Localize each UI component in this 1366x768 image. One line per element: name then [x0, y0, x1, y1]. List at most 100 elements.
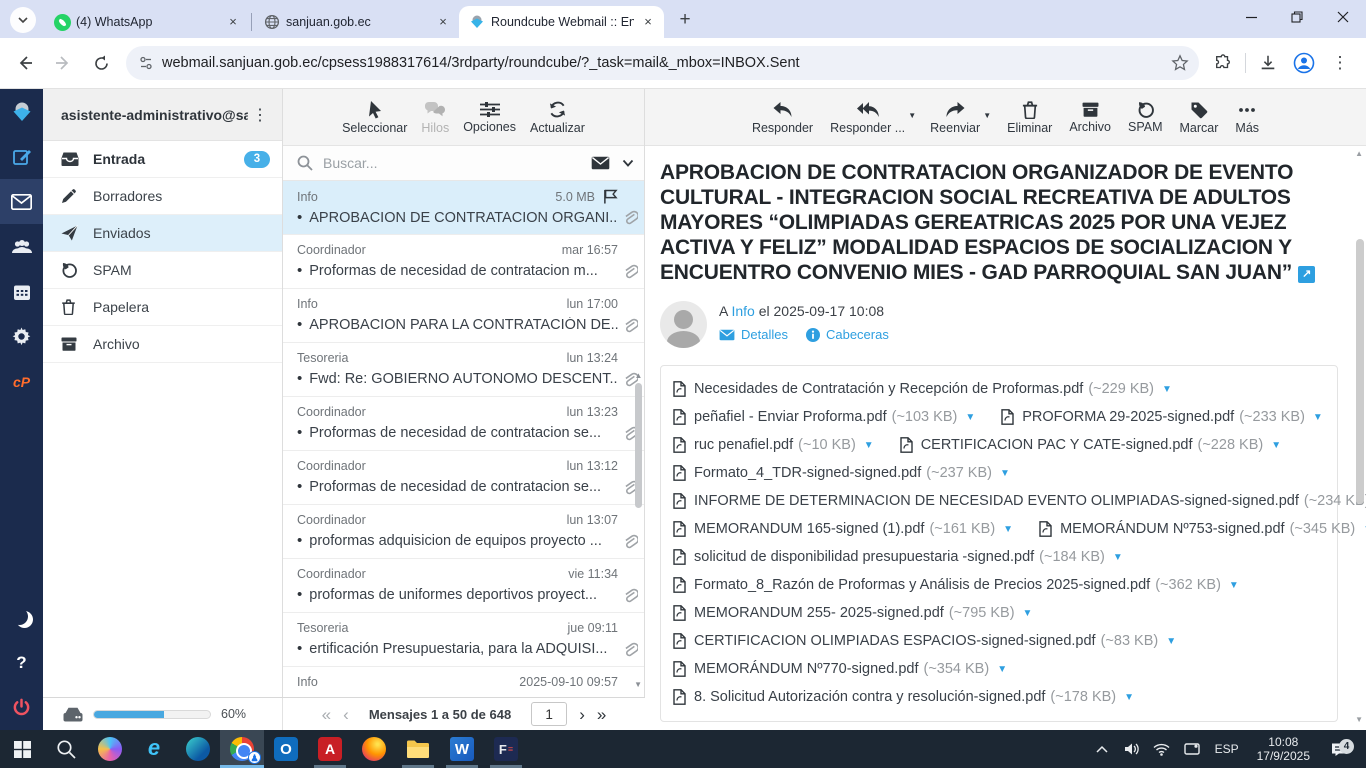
message-row[interactable]: Info5.0 MB •APROBACION DE CONTRATACION O… — [283, 181, 644, 235]
reply-all-dropdown-icon[interactable]: ▼ — [908, 111, 916, 120]
attachment-item[interactable]: MEMORÁNDUM Nº753-signed.pdf(~345 KB)▼ — [1039, 521, 1366, 537]
forward-mail-button[interactable]: Reenviar ▼ — [930, 101, 980, 134]
scroll-thumb[interactable] — [1356, 239, 1364, 504]
attachment-menu-icon[interactable]: ▼ — [1166, 636, 1176, 647]
attachment-item[interactable]: MEMORÁNDUM Nº770-signed.pdf(~354 KB)▼ — [673, 661, 1007, 677]
display-icon[interactable] — [1179, 743, 1205, 756]
forward-dropdown-icon[interactable]: ▼ — [983, 111, 991, 120]
search-input[interactable] — [323, 155, 591, 171]
message-row[interactable]: Coordinadorlun 13:07 •proformas adquisic… — [283, 505, 644, 559]
taskbar-search-button[interactable] — [44, 730, 88, 768]
folder-archive[interactable]: Archivo — [43, 326, 282, 363]
attachment-menu-icon[interactable]: ▼ — [1113, 552, 1123, 563]
language-indicator[interactable]: ESP — [1209, 742, 1245, 756]
attachment-item[interactable]: CERTIFICACION OLIMPIADAS ESPACIOS-signed… — [673, 633, 1176, 649]
wifi-icon[interactable] — [1149, 743, 1175, 756]
restore-button[interactable] — [1274, 0, 1320, 34]
profile-avatar[interactable] — [1289, 48, 1319, 78]
start-button[interactable] — [0, 730, 44, 768]
firefox-icon[interactable] — [352, 730, 396, 768]
attachment-menu-icon[interactable]: ▼ — [864, 440, 874, 451]
firmaec-icon[interactable]: F≡ — [484, 730, 528, 768]
forward-button[interactable] — [46, 46, 80, 80]
attachment-item[interactable]: Necesidades de Contratación y Recepción … — [673, 381, 1172, 397]
browser-menu-icon[interactable]: ⋮ — [1325, 48, 1355, 78]
address-bar[interactable]: webmail.sanjuan.gob.ec/cpsess1988317614/… — [126, 46, 1199, 80]
message-row[interactable]: Coordinadorvie 11:34 •proformas de unifo… — [283, 559, 644, 613]
close-window-button[interactable] — [1320, 0, 1366, 34]
account-menu-icon[interactable]: ⋮ — [248, 105, 272, 125]
rail-calendar-button[interactable] — [0, 269, 43, 314]
new-tab-button[interactable]: + — [672, 7, 698, 33]
attachment-item[interactable]: INFORME DE DETERMINACION DE NECESIDAD EV… — [673, 493, 1366, 509]
url-text[interactable]: webmail.sanjuan.gob.ec/cpsess1988317614/… — [162, 55, 1171, 71]
clock[interactable]: 10:08 17/9/2025 — [1249, 735, 1318, 763]
scroll-thumb[interactable] — [635, 383, 642, 508]
rail-settings-button[interactable] — [0, 314, 43, 359]
word-icon[interactable]: W — [440, 730, 484, 768]
options-button[interactable]: Opciones — [463, 101, 516, 133]
edge-icon[interactable] — [176, 730, 220, 768]
refresh-list-button[interactable]: Actualizar — [530, 100, 585, 134]
attachment-item[interactable]: peñafiel - Enviar Proforma.pdf(~103 KB)▼ — [673, 409, 975, 425]
tab-search-button[interactable] — [10, 7, 36, 33]
site-info-icon[interactable] — [138, 55, 154, 71]
extensions-icon[interactable] — [1208, 48, 1238, 78]
rail-contacts-button[interactable] — [0, 224, 43, 269]
notification-center-button[interactable]: 4 — [1322, 742, 1356, 757]
attachment-item[interactable]: MEMORANDUM 255- 2025-signed.pdf(~795 KB)… — [673, 605, 1032, 621]
internet-explorer-icon[interactable]: e — [132, 730, 176, 768]
folder-sent[interactable]: Enviados — [43, 215, 282, 252]
message-row[interactable]: Coordinadormar 16:57 •Proformas de neces… — [283, 235, 644, 289]
prev-page-icon[interactable]: ‹ — [343, 706, 349, 723]
recipient-link[interactable]: Info — [731, 303, 754, 319]
scroll-down-icon[interactable]: ▼ — [634, 680, 642, 689]
minimize-button[interactable] — [1228, 0, 1274, 34]
message-row[interactable]: Coordinadorlun 13:12 •Proformas de neces… — [283, 451, 644, 505]
downloads-icon[interactable] — [1253, 48, 1283, 78]
reply-all-button[interactable]: Responder ... ▼ — [830, 101, 905, 134]
spam-button[interactable]: SPAM — [1128, 101, 1163, 133]
threads-button[interactable]: Hilos — [421, 101, 449, 134]
attachment-menu-icon[interactable]: ▼ — [1271, 440, 1281, 451]
scroll-down-icon[interactable]: ▼ — [1355, 715, 1363, 724]
select-button[interactable]: Seleccionar — [342, 100, 407, 134]
message-row[interactable]: Coordinadorlun 13:23 •Proformas de neces… — [283, 397, 644, 451]
search-options-chevron-icon[interactable] — [622, 157, 634, 169]
scroll-up-icon[interactable]: ▲ — [1355, 149, 1363, 158]
details-toggle[interactable]: Detalles — [719, 327, 788, 342]
attachment-item[interactable]: 8. Solicitud Autorización contra y resol… — [673, 689, 1134, 705]
archive-button[interactable]: Archivo — [1069, 101, 1111, 133]
attachment-item[interactable]: solicitud de disponibilidad presupuestar… — [673, 549, 1123, 565]
scroll-up-icon[interactable]: ▲ — [634, 371, 643, 380]
tab-close-icon[interactable]: × — [640, 14, 656, 30]
attachment-menu-icon[interactable]: ▼ — [965, 412, 975, 423]
attachment-menu-icon[interactable]: ▼ — [1162, 384, 1172, 395]
flag-icon[interactable] — [603, 189, 618, 204]
mark-button[interactable]: Marcar — [1180, 101, 1219, 134]
attachment-menu-icon[interactable]: ▼ — [1229, 580, 1239, 591]
tab-sanjuan[interactable]: sanjuan.gob.ec × — [254, 6, 459, 38]
logout-icon[interactable] — [0, 685, 43, 730]
rail-mail-button[interactable] — [0, 179, 43, 224]
tray-expand-icon[interactable] — [1089, 745, 1115, 753]
tab-whatsapp[interactable]: (4) WhatsApp × — [44, 6, 249, 38]
outlook-icon[interactable]: O — [264, 730, 308, 768]
attachment-item[interactable]: PROFORMA 29-2025-signed.pdf(~233 KB)▼ — [1001, 409, 1323, 425]
attachment-item[interactable]: MEMORANDUM 165-signed (1).pdf(~161 KB)▼ — [673, 521, 1013, 537]
attachment-menu-icon[interactable]: ▼ — [1023, 608, 1033, 619]
folder-inbox[interactable]: Entrada 3 — [43, 141, 282, 178]
attachment-menu-icon[interactable]: ▼ — [1000, 468, 1010, 479]
attachment-menu-icon[interactable]: ▼ — [997, 664, 1007, 675]
attachment-item[interactable]: Formato_8_Razón de Proformas y Análisis … — [673, 577, 1239, 593]
copilot-icon[interactable] — [88, 730, 132, 768]
first-page-icon[interactable]: « — [322, 706, 331, 723]
tab-close-icon[interactable]: × — [435, 14, 451, 30]
dark-mode-icon[interactable] — [0, 595, 43, 640]
message-row[interactable]: Infolun 17:00 •APROBACION PARA LA CONTRA… — [283, 289, 644, 343]
last-page-icon[interactable]: » — [597, 706, 606, 723]
attachment-menu-icon[interactable]: ▼ — [1313, 412, 1323, 423]
headers-toggle[interactable]: Cabeceras — [806, 327, 889, 342]
help-icon[interactable]: ? — [0, 640, 43, 685]
attachment-item[interactable]: ruc penafiel.pdf(~10 KB)▼ — [673, 437, 874, 453]
